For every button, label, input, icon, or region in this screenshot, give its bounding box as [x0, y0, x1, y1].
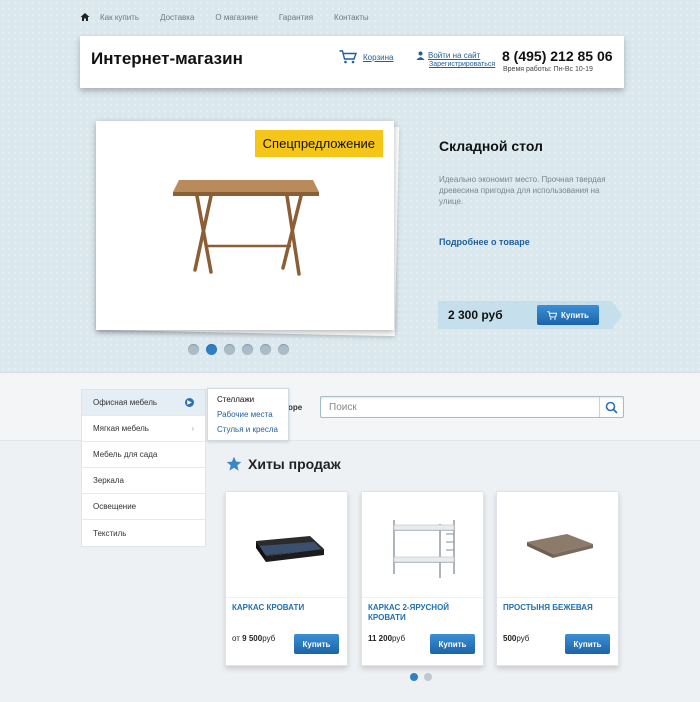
hits-title: Хиты продаж [248, 456, 341, 472]
slider-dot-active[interactable] [206, 344, 217, 355]
nav-about[interactable]: О магазине [215, 13, 258, 22]
slider-dot[interactable] [242, 344, 253, 355]
product-name[interactable]: КАРКАС 2-ЯРУСНОЙ КРОВАТИ [368, 603, 478, 623]
special-offer-badge: Спецпредложение [254, 130, 383, 157]
bed-sheet-image [527, 534, 593, 558]
catalog-item-label: Мебель для сада [93, 450, 158, 459]
product-card[interactable]: КАРКАС 2-ЯРУСНОЙ КРОВАТИ 11 200руб Купит… [361, 491, 484, 666]
price-unit: руб [262, 634, 276, 643]
submenu-item-workplaces[interactable]: Рабочие места [208, 407, 288, 422]
products-pagination [410, 673, 438, 681]
working-hours: Время работы: Пн-Вс 10-19 [503, 66, 593, 73]
slider-dot[interactable] [224, 344, 235, 355]
catalog-item-office[interactable]: Офисная мебель ▶ [82, 390, 205, 416]
product-name[interactable]: ПРОСТЫНЯ БЕЖЕВАЯ [503, 603, 613, 613]
catalog-item-mirrors[interactable]: Зеркала [82, 468, 205, 494]
price-prefix: от [232, 634, 243, 643]
product-price: 11 200руб [368, 634, 405, 643]
slide-description: Идеально экономит место. Прочная твердая… [439, 175, 606, 206]
buy-label: Купить [561, 310, 589, 320]
catalog-item-garden[interactable]: Мебель для сада [82, 442, 205, 468]
nav-delivery[interactable]: Доставка [160, 13, 194, 22]
top-navigation: Как купить Доставка О магазине Гарантия … [80, 12, 390, 22]
search-input[interactable] [321, 397, 591, 418]
buy-button[interactable]: Купить [565, 634, 610, 654]
slider-pagination [188, 344, 296, 355]
price-value: 9 500 [242, 634, 263, 643]
hero-price-bar: 2 300 руб Купить [438, 301, 622, 329]
phone-number: 8 (495) 212 85 06 [502, 48, 613, 64]
bunk-bed-image [393, 520, 455, 578]
slider-dot[interactable] [278, 344, 289, 355]
price-unit: руб [392, 634, 406, 643]
hits-heading: Хиты продаж [226, 456, 341, 472]
cart-icon [547, 310, 558, 320]
catalog-item-soft[interactable]: Мягкая мебель › [82, 416, 205, 442]
catalog-menu: Офисная мебель ▶ Мягкая мебель › Мебель … [81, 389, 206, 547]
star-icon [226, 456, 242, 471]
catalog-submenu: Стеллажи Рабочие места Стулья и кресла [207, 388, 289, 441]
catalog-item-lighting[interactable]: Освещение [82, 494, 205, 520]
products-page-dot[interactable] [424, 673, 432, 681]
product-card[interactable]: КАРКАС КРОВАТИ от 9 500руб Купить [225, 491, 348, 666]
login-block: Войти на сайт Зарегистрироваться [416, 51, 495, 68]
cart-icon [339, 50, 357, 64]
register-link[interactable]: Зарегистрироваться [429, 61, 495, 68]
folding-table-image [173, 180, 319, 276]
chevron-right-icon: ▶ [185, 398, 194, 407]
hero-price: 2 300 руб [448, 308, 503, 322]
nav-contacts[interactable]: Контакты [334, 13, 369, 22]
product-price: от 9 500руб [232, 634, 275, 643]
site-header: Интернет-магазин Корзина Войти на сайт З… [80, 36, 624, 88]
bed-frame-image [256, 536, 324, 562]
search-box [320, 396, 624, 418]
nav-how-to-buy[interactable]: Как купить [100, 13, 139, 22]
more-details-link[interactable]: Подробнее о товаре [439, 237, 619, 247]
buy-button[interactable]: Купить [294, 634, 339, 654]
product-image[interactable] [362, 492, 483, 598]
product-image[interactable] [497, 492, 618, 598]
nav-warranty[interactable]: Гарантия [279, 13, 313, 22]
catalog-item-label: Текстиль [93, 528, 127, 538]
catalog-item-label: Офисная мебель [93, 398, 158, 407]
slider-dot[interactable] [188, 344, 199, 355]
product-price: 500руб [503, 634, 529, 643]
catalog-partial-text: оре [288, 403, 303, 412]
catalog-item-label: Освещение [93, 502, 137, 511]
hero-slide-info: Складной стол Идеально экономит место. П… [439, 138, 619, 247]
site-logo[interactable]: Интернет-магазин [91, 49, 243, 69]
slider-dot[interactable] [260, 344, 271, 355]
catalog-item-label: Мягкая мебель [93, 424, 149, 433]
cart-link[interactable]: Корзина [339, 50, 393, 64]
catalog-item-label: Зеркала [93, 476, 124, 485]
hero-slide-image[interactable]: Спецпредложение [96, 121, 394, 330]
user-icon [416, 51, 425, 60]
product-name[interactable]: КАРКАС КРОВАТИ [232, 603, 342, 613]
chevron-right-icon: › [191, 424, 194, 433]
login-link[interactable]: Войти на сайт [428, 51, 480, 60]
hero-buy-button[interactable]: Купить [537, 305, 599, 325]
price-value: 11 200 [368, 634, 393, 643]
buy-button[interactable]: Купить [430, 634, 475, 654]
submenu-item-shelves[interactable]: Стеллажи [208, 392, 288, 407]
price-value: 500 [503, 634, 517, 643]
search-button[interactable] [599, 397, 623, 417]
submenu-item-chairs[interactable]: Стулья и кресла [208, 422, 288, 437]
search-icon [605, 401, 618, 414]
product-card[interactable]: ПРОСТЫНЯ БЕЖЕВАЯ 500руб Купить [496, 491, 619, 666]
price-unit: руб [516, 634, 530, 643]
products-page-dot-active[interactable] [410, 673, 418, 681]
catalog-item-textile[interactable]: Текстиль [82, 520, 205, 546]
product-image[interactable] [226, 492, 347, 598]
home-icon[interactable] [80, 12, 90, 22]
cart-label[interactable]: Корзина [363, 53, 393, 62]
slide-title: Складной стол [439, 138, 543, 154]
